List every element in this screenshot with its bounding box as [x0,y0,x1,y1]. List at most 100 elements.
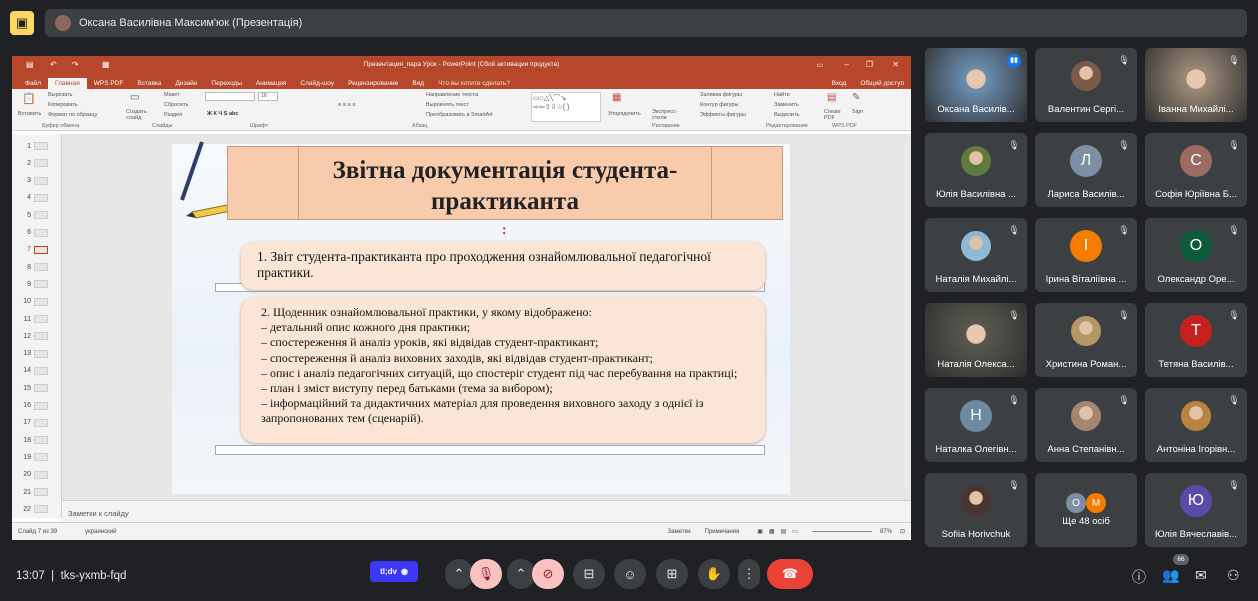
slide-thumb-21[interactable]: 21 [17,488,61,496]
participant-tile[interactable]: Наталія Михайлі... 🎙 [925,218,1027,292]
slide-thumb-4[interactable]: 4 [17,193,61,202]
more-participants-tile[interactable]: О М Ще 48 осіб [1035,473,1137,547]
language-status[interactable]: украинский [85,529,116,535]
participant-tile[interactable]: Антоніна Ігорівн... 🎙 [1145,388,1247,462]
participant-tile[interactable]: Наталія Олекса... 🎙 [925,303,1027,377]
fit-slide-icon[interactable]: ⊡ [900,528,905,535]
slide-thumb-15[interactable]: 15 [17,384,61,393]
copy-button[interactable]: Копировать [48,102,78,108]
save-icon[interactable]: ▤ [26,60,34,69]
paste-icon[interactable]: 📋 [22,92,36,105]
undo-icon[interactable]: ↶ [50,60,57,69]
slide-thumb-19[interactable]: 19 [17,453,61,462]
vertical-scrollbar[interactable] [904,140,910,494]
arrange-button[interactable]: Упорядочить [608,111,641,117]
slide-thumb-10[interactable]: 10 [17,297,61,306]
minimize-icon[interactable]: – [845,60,849,69]
participant-tile[interactable]: Юлія Василівна ... 🎙 [925,133,1027,207]
slide-thumb-6[interactable]: 6 [17,228,61,237]
slide-thumb-20[interactable]: 20 [17,470,61,479]
slide-thumb-7[interactable]: 7 [17,245,61,254]
view-buttons[interactable]: ▣▦▤▭ [757,528,804,535]
slide-thumb-8[interactable]: 8 [17,263,61,272]
mic-options-button[interactable]: ⌃ [445,559,473,589]
tab-review[interactable]: Рецензирование [341,78,405,89]
raise-hand-button[interactable]: ✋ [698,559,730,589]
leave-call-button[interactable]: ☎ [767,559,813,589]
tab-wps-pdf[interactable]: WPS PDF [87,78,131,89]
participant-tile[interactable]: О Олександр Оре... 🎙 [1145,218,1247,292]
participant-tile[interactable]: Валентин Сергі... 🎙 [1035,48,1137,122]
people-icon[interactable]: 👥 [1162,567,1179,584]
create-pdf-icon[interactable]: ▤ [827,92,836,103]
tab-design[interactable]: Дизайн [169,78,205,89]
slide-thumb-2[interactable]: 2 [17,159,61,168]
find-button[interactable]: Найти [774,92,790,98]
mic-toggle-button[interactable]: 🎙 [470,559,502,589]
participant-tile[interactable]: Т Тетяна Василів... 🎙 [1145,303,1247,377]
slide-thumb-18[interactable]: 18 [17,436,61,445]
paste-button[interactable]: Вставить [18,111,41,117]
font-size-input[interactable]: 16 [258,92,278,101]
presentation-off-icon[interactable]: ▣ [10,11,34,35]
new-slide-icon[interactable]: ▭ [130,92,139,103]
paragraph-align-icon[interactable]: ≡ ≡ ≡ ≡ [338,102,355,108]
empty-textbox-2[interactable] [215,445,765,455]
font-name-input[interactable] [205,92,255,101]
text-direction-button[interactable]: Направление текста [426,92,478,98]
cut-button[interactable]: Вырезать [48,92,72,98]
participant-tile[interactable]: Ю Юлія Вячеславів... 🎙 [1145,473,1247,547]
slide-thumb-13[interactable]: 13 [17,349,61,358]
shape-effects-button[interactable]: Эффекты фигуры [700,112,746,118]
camera-toggle-button[interactable]: ⊘ [532,559,564,589]
camera-options-button[interactable]: ⌃ [507,559,535,589]
slide[interactable]: Звітна документація студента- практикант… [172,141,790,494]
shape-fill-button[interactable]: Заливка фигуры [700,92,742,98]
tab-animation[interactable]: Анимация [249,78,294,89]
info-icon[interactable]: ⓘ [1132,567,1146,587]
participant-tile[interactable]: Л Лариса Василів... 🎙 [1035,133,1137,207]
ribbon-display-icon[interactable]: ▭ [816,61,823,69]
slideshow-start-icon[interactable]: ▦ [102,60,110,69]
quick-styles-button[interactable]: Экспресс-стили [652,109,684,121]
shape-outline-button[interactable]: Контур фигуры [700,102,738,108]
reset-button[interactable]: Сбросить [164,102,188,108]
tldv-button[interactable]: tl;dv ◉ [370,561,418,582]
notes-pane[interactable]: Заметки к слайду [62,500,911,522]
participant-tile[interactable]: Н Наталка Олегівн... 🎙 [925,388,1027,462]
slide-thumb-12[interactable]: 12 [17,332,61,341]
slide-thumb-11[interactable]: 11 [17,315,61,323]
login-link[interactable]: Вход [825,78,854,89]
slide-thumb-3[interactable]: 3 [17,176,61,185]
font-style-buttons[interactable]: Ж К Ч S abc [207,111,238,117]
new-slide-button[interactable]: Создать слайд [126,109,152,121]
share-button[interactable]: Общий доступ [853,78,911,89]
slide-thumb-14[interactable]: 14 [17,366,61,375]
arrange-icon[interactable]: ▦ [612,92,621,103]
tab-transitions[interactable]: Переходы [204,78,249,89]
tab-home[interactable]: Главная [47,78,87,89]
slide-thumb-16[interactable]: 16 [17,401,61,410]
sign-button[interactable]: Sign [852,109,863,115]
tab-slideshow[interactable]: Слайд-шоу [293,78,341,89]
slide-thumb-9[interactable]: 9 [17,280,61,289]
chat-icon[interactable]: ✉ [1195,567,1207,584]
slide-thumb-5[interactable]: 5 [17,211,61,220]
tab-file[interactable]: Файл [18,78,48,89]
participant-tile[interactable]: Іванна Михайлі... 🎙 [1145,48,1247,122]
notes-toggle[interactable]: Заметки [668,529,691,535]
present-button[interactable]: ⊞ [656,559,688,589]
layout-button[interactable]: Макет [164,92,180,98]
participant-tile[interactable]: Анна Степанівн... 🎙 [1035,388,1137,462]
participant-tile[interactable]: Оксана Василів... ▮▮ [925,48,1027,122]
tab-insert[interactable]: Вставка [130,78,168,89]
section-button[interactable]: Раздел [164,112,182,118]
presenter-banner[interactable]: Оксана Василівна Максим'юк (Презентація) [45,9,1247,37]
create-pdf-button[interactable]: Create PDF [824,109,844,121]
participant-tile[interactable]: Sofiia Horivchuk 🎙 [925,473,1027,547]
align-text-button[interactable]: Выровнять текст [426,102,469,108]
shapes-gallery[interactable]: ▭○△╲⌒↘ ⇨⇦⇧⇩☆{ } [531,92,601,122]
slide-thumb-22[interactable]: 22 [17,505,61,514]
tell-me-search[interactable]: Что вы хотите сделать? [431,78,517,89]
slide-thumb-1[interactable]: 1 [17,142,61,150]
